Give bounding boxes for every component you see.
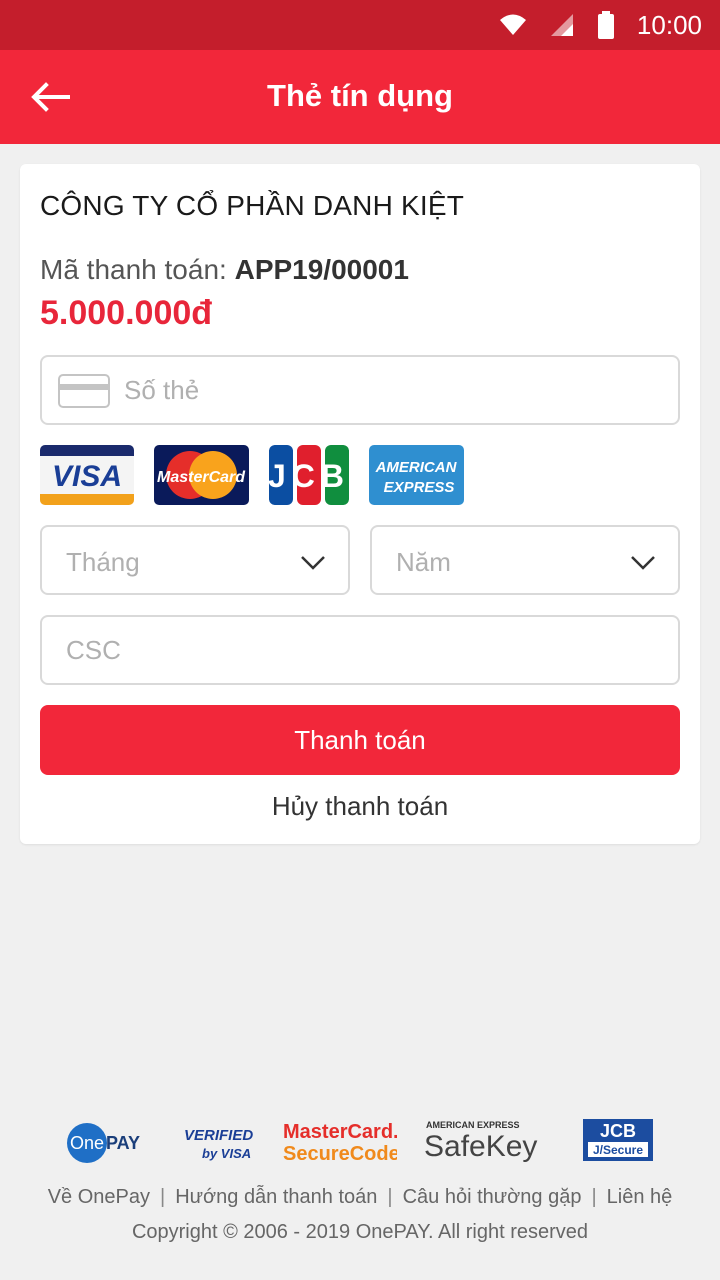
mc-logo-text-1: MasterCard. [283,1121,397,1143]
jcb-jsecure-text-1: JCB [600,1121,636,1141]
card-number-field[interactable] [40,355,680,425]
footer-separator: | [159,1186,166,1208]
csc-input[interactable] [66,617,656,683]
chevron-down-icon [301,556,325,570]
app-bar: Thẻ tín dụng [0,50,720,144]
card-brand-logos: VISA MasterCard JCB AMERICAN EXPRESS [40,445,480,505]
payment-code-label: Mã thanh toán: [40,254,227,285]
visa-logo-text: VISA [52,460,122,493]
payment-code-value: APP19/00001 [234,254,409,285]
credit-card-icon [58,374,110,408]
chevron-down-icon [631,556,655,570]
payment-code: Mã thanh toán: APP19/00001 [40,254,409,286]
jcb-logo: JCB [269,445,349,505]
battery-icon [597,11,614,39]
jcb-jsecure-text-2: J/Secure [593,1143,643,1157]
copyright: Copyright © 2006 - 2019 OnePAY. All righ… [131,1221,589,1243]
onepay-logo-text-1: One [70,1133,104,1153]
year-select[interactable]: Năm [370,525,680,595]
onepay-logo: One PAY [67,1123,140,1163]
page-title: Thẻ tín dụng [267,78,453,113]
merchant-name: CÔNG TY CỔ PHẦN DANH KIỆT [40,190,465,221]
footer-link-guide[interactable]: Hướng dẫn thanh toán [175,1186,377,1208]
amex-safekey-text-1: AMERICAN EXPRESS [426,1120,520,1130]
footer-separator: | [591,1186,597,1208]
footer-separator: | [387,1186,393,1208]
mc-logo-text-2: SecureCode. [283,1143,397,1164]
verified-logo-text-2: by VISA [202,1146,251,1161]
partner-logos: One PAY VERIFIED by VISA MasterCard. Sec… [60,1118,660,1168]
month-placeholder: Tháng [66,547,140,577]
jcb-logo-text: JCB [269,458,349,494]
footer-link-about[interactable]: Về OnePay [48,1186,150,1208]
payment-amount: 5.000.000đ [40,294,213,332]
amex-logo-text-2: EXPRESS [384,479,455,496]
card-number-input[interactable] [124,357,664,423]
jcb-jsecure-logo: JCB J/Secure [583,1119,653,1161]
payment-card: CÔNG TY CỔ PHẦN DANH KIỆT Mã thanh toán:… [20,164,700,844]
clock: 10:00 [636,9,702,40]
wifi-icon [499,14,526,35]
visa-logo: VISA [40,445,134,505]
verified-logo-text-1: VERIFIED [184,1127,253,1144]
status-bar: 10:00 [0,0,720,50]
onepay-logo-text-2: PAY [106,1133,140,1153]
signal-icon [550,14,573,36]
amex-safekey-text-2: SafeKey [424,1130,537,1163]
footer-links: Về OnePay | Hướng dẫn thanh toán | Câu hỏi t… [0,1186,720,1209]
footer-link-faq[interactable]: Câu hỏi thường gặp [403,1186,582,1208]
year-placeholder: Năm [396,547,451,577]
verified-by-visa-logo: VERIFIED by VISA [184,1127,253,1161]
mastercard-securecode-logo: MasterCard. SecureCode. [283,1121,397,1164]
amex-logo: AMERICAN EXPRESS [369,445,464,505]
mastercard-logo: MasterCard [154,445,249,505]
month-select[interactable]: Tháng [40,525,350,595]
pay-button[interactable]: Thanh toán [40,705,680,775]
footer-link-contact[interactable]: Liên hệ [607,1186,673,1208]
csc-field[interactable] [40,615,680,685]
amex-safekey-logo: AMERICAN EXPRESS SafeKey [424,1120,537,1163]
mastercard-logo-text: MasterCard [157,469,246,486]
amex-logo-text-1: AMERICAN [375,459,458,476]
cancel-payment-link[interactable]: Hủy thanh toán [20,791,700,822]
